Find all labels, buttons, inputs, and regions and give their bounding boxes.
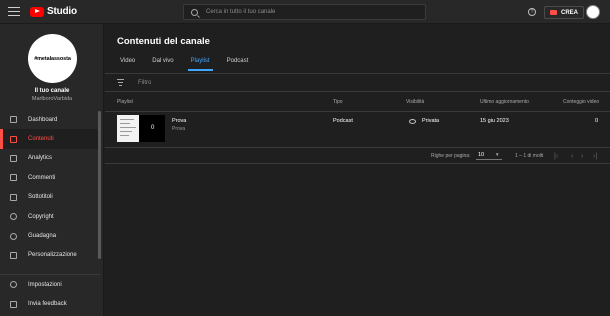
sidebar-item-analytics[interactable]: Analytics [0,149,100,168]
tab-playlist[interactable]: Playlist [187,58,213,71]
content-tabs: Video Dal vivo Playlist Podcast [120,58,265,71]
analytics-icon [10,154,17,162]
sidebar-nav: Dashboard Contenuti Analytics Commenti S… [0,110,100,265]
search-icon[interactable] [191,8,198,16]
lock-icon [409,119,416,124]
table-header: Playlist Tipo Visibilità Ultimo aggiorna… [105,92,610,112]
sidebar-item-commenti[interactable]: Commenti [0,168,100,187]
rows-per-page-select[interactable]: 10 ▼ [476,151,502,160]
gear-icon [10,281,17,289]
playlist-type: Podcast [333,118,353,124]
thumbnail-overlay: 0 [139,115,165,142]
thumbnail-preview [117,115,139,142]
page-range: 1 – 1 di molti [515,153,544,159]
sidebar-item-label: Contenuti [28,136,54,143]
tab-podcast[interactable]: Podcast [227,58,249,71]
sidebar-item-copyright[interactable]: Copyright [0,207,100,226]
monetization-icon [10,232,17,240]
playlist-description: Prova [172,126,186,132]
column-header-playlist[interactable]: Playlist [117,99,133,105]
sidebar-item-label: Sottotitoli [28,194,53,201]
first-page-icon[interactable]: |‹ [554,153,558,160]
sidebar-item-label: Copyright [28,213,54,220]
sidebar-item-dashboard[interactable]: Dashboard [0,110,100,129]
content-icon [10,135,17,143]
filter-input[interactable]: Filtro [138,80,151,86]
channel-label: Il tuo canale [34,88,70,94]
table-row[interactable]: 0 Prova Prova Podcast Privata 15 giu 202… [105,112,610,148]
sidebar-item-feedback[interactable]: Invia feedback [0,294,100,313]
customization-icon [10,251,17,259]
sidebar-scrollbar[interactable] [98,111,101,259]
sidebar-bottom: Impostazioni Invia feedback [0,274,100,314]
feedback-icon [10,300,17,308]
filter-bar[interactable]: Filtro [105,74,610,92]
video-camera-icon [550,10,557,15]
sidebar-item-label: Invia feedback [28,301,67,308]
next-page-icon[interactable]: › [581,153,583,160]
sidebar-item-label: Guadagna [28,233,57,240]
studio-logo[interactable]: Studio [30,6,77,17]
sidebar-item-contenuti[interactable]: Contenuti [0,129,100,150]
sidebar-item-label: Analytics [28,155,53,162]
rows-per-page-value: 10 [478,152,485,158]
comments-icon [10,174,17,182]
sidebar-item-label: Commenti [28,174,56,181]
chevron-down-icon: ▼ [495,152,500,157]
filter-icon[interactable] [117,79,124,87]
column-header-tipo[interactable]: Tipo [333,99,343,105]
create-button[interactable]: CREA [544,6,585,19]
pagination-bar: Righe per pagina: 10 ▼ 1 – 1 di molti |‹… [105,148,610,164]
logo-text: Studio [47,6,77,17]
youtube-play-icon [30,6,44,17]
account-avatar[interactable] [586,5,600,19]
playlist-thumbnail[interactable]: 0 [117,115,165,142]
tab-video[interactable]: Video [120,58,135,71]
rows-per-page-label: Righe per pagina: [431,153,471,159]
hamburger-menu-icon[interactable] [8,7,20,16]
subtitles-icon [10,193,17,201]
playlist-updated: 15 giu 2023 [480,118,509,124]
sidebar-item-label: Impostazioni [28,281,62,288]
sidebar: #metalassosta Il tuo canale MarlboroVarb… [0,24,104,316]
playlist-video-count: 0 [595,118,599,124]
column-header-conteggio-video[interactable]: Conteggio video [563,99,599,105]
column-header-ultimo-aggiornamento[interactable]: Ultimo aggiornamento [480,99,529,105]
column-header-visibilita[interactable]: Visibilità [406,99,424,105]
copyright-icon [10,213,17,221]
top-bar: Studio Cerca in tutto il tuo canale ? CR… [0,0,610,24]
last-page-icon[interactable]: ›| [593,153,597,160]
playlist-visibility[interactable]: Privata [422,118,439,124]
playlist-title[interactable]: Prova [172,118,186,124]
main-content: Contenuti del canale Video Dal vivo Play… [105,24,610,316]
help-icon[interactable]: ? [528,8,536,16]
sidebar-item-label: Dashboard [28,116,58,123]
sidebar-item-personalizzazione[interactable]: Personalizzazione [0,246,100,265]
channel-avatar-text: #metalassosta [34,55,71,62]
sidebar-item-sottotitoli[interactable]: Sottotitoli [0,188,100,207]
dashboard-icon [10,116,17,124]
search-box[interactable]: Cerca in tutto il tuo canale [183,4,426,20]
page-title: Contenuti del canale [117,36,210,47]
sidebar-item-label: Personalizzazione [28,252,77,259]
tab-dal-vivo[interactable]: Dal vivo [152,58,173,71]
create-label: CREA [561,9,579,16]
channel-name: MarlboroVarbida [31,96,73,102]
search-input[interactable]: Cerca in tutto il tuo canale [206,9,275,15]
previous-page-icon[interactable]: ‹ [571,153,573,160]
channel-avatar[interactable]: #metalassosta [28,34,77,83]
thumbnail-count: 0 [151,125,155,131]
sidebar-item-impostazioni[interactable]: Impostazioni [0,275,100,294]
sidebar-item-guadagna[interactable]: Guadagna [0,226,100,245]
